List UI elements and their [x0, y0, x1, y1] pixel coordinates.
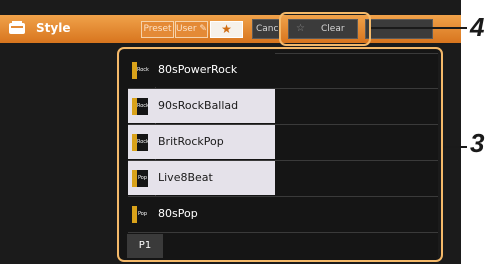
tab-user[interactable]: User ✎	[175, 21, 208, 38]
callout-3-leader	[443, 146, 467, 148]
callout-3-label: 3	[470, 128, 485, 158]
pencil-icon: ✎	[199, 24, 207, 34]
list-callout-frame	[117, 47, 443, 262]
tab-preset[interactable]: Preset	[141, 21, 174, 38]
title-bar: Style Preset User ✎ ★ Cance ☆ Clear	[0, 15, 461, 43]
tab-favorite[interactable]: ★	[210, 21, 243, 38]
tab-user-label: User	[176, 24, 197, 34]
cancel-button[interactable]: Cance	[252, 19, 280, 39]
blank-button	[365, 19, 433, 39]
clear-callout-frame	[279, 12, 371, 46]
page-title: Style	[36, 21, 71, 35]
callout-4-leader	[371, 27, 467, 29]
style-icon	[9, 21, 25, 34]
callout-4-label: 4	[470, 12, 485, 42]
